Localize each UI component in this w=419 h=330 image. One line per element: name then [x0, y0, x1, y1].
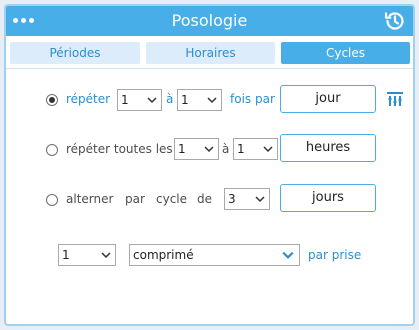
repeat-to-select[interactable]: 1	[177, 89, 222, 111]
repeat-every-from-select[interactable]: 1	[174, 138, 219, 160]
tab-cycles[interactable]: Cycles	[281, 42, 410, 64]
repeat-every-from-value: 1	[178, 142, 186, 156]
repeat-from-select[interactable]: 1	[117, 89, 162, 111]
posologie-window: Posologie Périodes Horaires Cycles répét…	[4, 4, 415, 326]
chevron-down-icon	[101, 252, 111, 259]
repeat-every-label: répéter toutes les	[66, 142, 173, 156]
repeat-unit-button[interactable]: jour	[280, 85, 376, 113]
tab-divider	[6, 68, 413, 69]
alternate-word-3: cycle	[156, 192, 188, 206]
tab-periodes[interactable]: Périodes	[10, 42, 140, 64]
dose-form-select[interactable]: comprimé	[129, 244, 300, 266]
dose-suffix-label: par prise	[308, 248, 362, 262]
alternate-word-2: par	[125, 192, 145, 206]
alternate-value: 3	[228, 192, 236, 206]
radio-selected-dot	[49, 97, 55, 103]
radio-alternate[interactable]	[46, 194, 58, 206]
alternate-word-1: alterner	[66, 192, 114, 206]
radio-repeat-every[interactable]	[46, 144, 58, 156]
dose-quantity-select[interactable]: 1	[58, 244, 116, 266]
history-icon[interactable]	[383, 9, 407, 33]
tab-horaires[interactable]: Horaires	[146, 42, 275, 64]
repeat-every-to-value: 1	[237, 142, 245, 156]
repeat-every-unit-button[interactable]: heures	[280, 134, 376, 162]
title-bar: Posologie	[6, 6, 413, 36]
dose-quantity-value: 1	[62, 248, 70, 262]
window-title: Posologie	[171, 11, 248, 30]
repeat-to-value: 1	[181, 93, 189, 107]
radio-repeat[interactable]	[46, 94, 58, 106]
chevron-down-icon	[263, 146, 273, 153]
alternate-word-4: de	[197, 192, 212, 206]
dose-form-value: comprimé	[133, 248, 194, 262]
alternate-value-select[interactable]: 3	[224, 188, 270, 210]
chevron-down-icon	[255, 196, 265, 203]
chevron-down-icon	[204, 146, 214, 153]
chevron-down-icon	[147, 97, 157, 104]
repeat-label: répéter	[66, 92, 111, 106]
repeat-unit-prefix: fois par	[230, 92, 275, 106]
chevron-down-icon	[282, 251, 294, 259]
repeat-between-label: à	[166, 92, 174, 106]
tab-bar: Périodes Horaires Cycles	[6, 36, 413, 70]
vertical-sliders-icon[interactable]	[386, 90, 404, 108]
repeat-every-between-label: à	[222, 142, 230, 156]
repeat-every-to-select[interactable]: 1	[233, 138, 278, 160]
chevron-down-icon	[207, 97, 217, 104]
repeat-from-value: 1	[121, 93, 129, 107]
alternate-unit-button[interactable]: jours	[280, 184, 376, 212]
